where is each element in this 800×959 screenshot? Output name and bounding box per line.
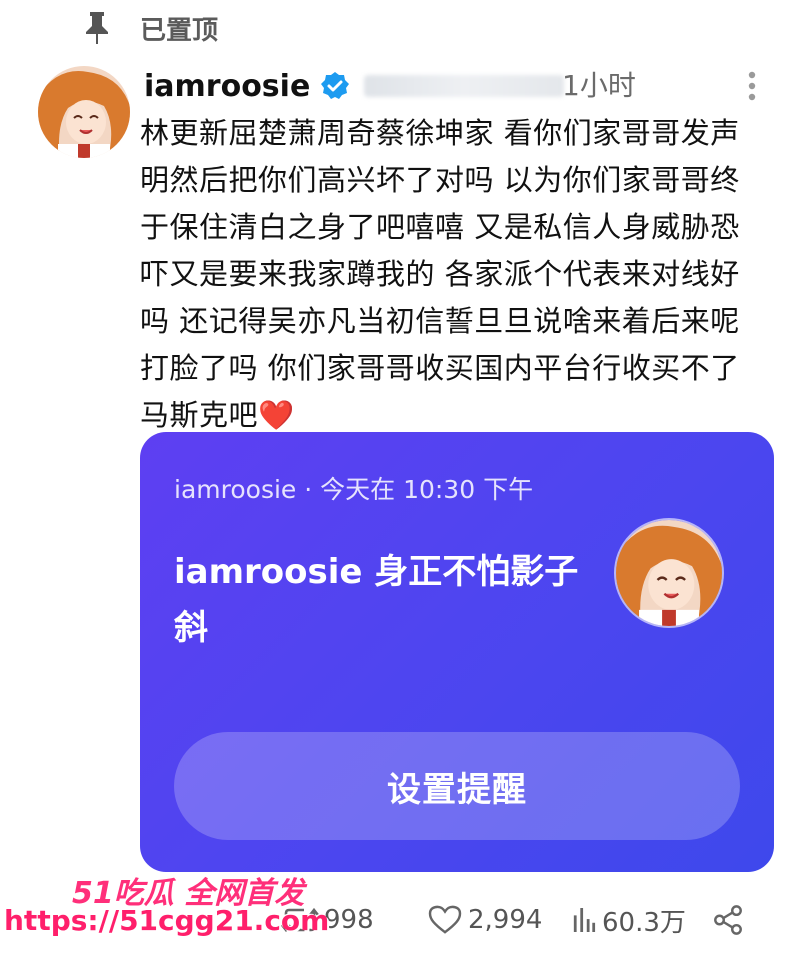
view-count: 60.3万 — [602, 907, 686, 938]
like-count: 2,994 — [468, 905, 543, 935]
repost-count: 998 — [324, 905, 374, 935]
views-icon — [573, 908, 596, 932]
views-action[interactable]: 60.3万 — [572, 892, 686, 948]
more-options-icon[interactable] — [748, 70, 756, 102]
heart-emoji: ❤️ — [258, 398, 295, 432]
pinned-indicator: 已置顶 — [84, 8, 218, 48]
reminder-card: iamroosie · 今天在 10:30 下午 iamroosie 身正不怕影… — [140, 432, 774, 872]
post-header: iamroosie 1小时 — [144, 64, 780, 108]
pin-icon — [84, 12, 110, 44]
blurred-content — [364, 75, 565, 97]
card-avatar — [614, 518, 724, 628]
card-title: iamroosie 身正不怕影子斜 — [174, 552, 579, 648]
post-time: 1小时 — [562, 69, 636, 102]
like-action[interactable]: 2,994 — [428, 892, 542, 948]
share-action[interactable] — [712, 892, 744, 948]
post-body: 林更新屈楚萧周奇蔡徐坤家 看你们家哥哥发声明然后把你们高兴坏了对吗 以为你们家哥… — [140, 110, 765, 439]
pinned-label: 已置顶 — [140, 15, 219, 46]
verified-badge-icon — [320, 71, 350, 101]
heart-icon — [428, 905, 462, 934]
watermark-url: https://51cgg21.com — [4, 904, 330, 937]
username[interactable]: iamroosie — [144, 69, 310, 104]
avatar[interactable] — [38, 66, 130, 158]
post-text: 林更新屈楚萧周奇蔡徐坤家 看你们家哥哥发声明然后把你们高兴坏了对吗 以为你们家哥… — [140, 116, 740, 432]
set-reminder-button[interactable]: 设置提醒 — [174, 732, 740, 840]
card-meta: iamroosie · 今天在 10:30 下午 — [174, 475, 534, 504]
share-icon — [714, 905, 742, 935]
watermark: 51吃瓜 全网首发 https://51cgg21.com — [0, 868, 329, 958]
